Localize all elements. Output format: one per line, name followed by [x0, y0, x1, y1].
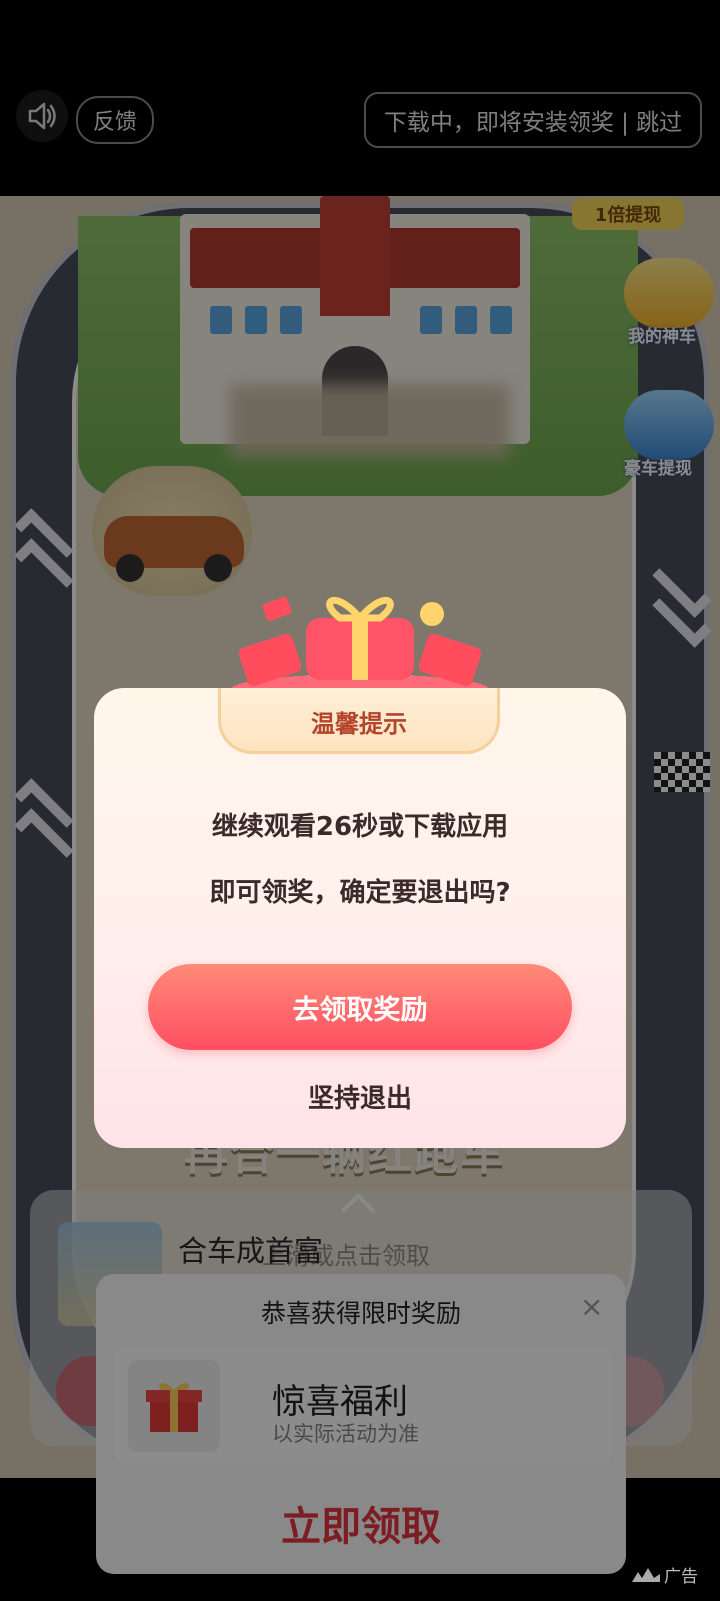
dialog-title: 温馨提示 [311, 710, 407, 738]
claim-reward-button[interactable]: 去领取奖励 [148, 964, 572, 1050]
ad-logo-icon [632, 1567, 660, 1582]
dialog-message-line1: 继续观看26秒或下载应用 [211, 812, 509, 842]
ad-label: 广告 [664, 1567, 698, 1587]
gift-decoration-icon [230, 596, 490, 698]
confirm-exit-button[interactable]: 坚持退出 [248, 1078, 472, 1115]
dialog-message-line2: 即可领奖，确定要退出吗? [209, 878, 511, 908]
ad-badge: 广告 [632, 1562, 698, 1587]
